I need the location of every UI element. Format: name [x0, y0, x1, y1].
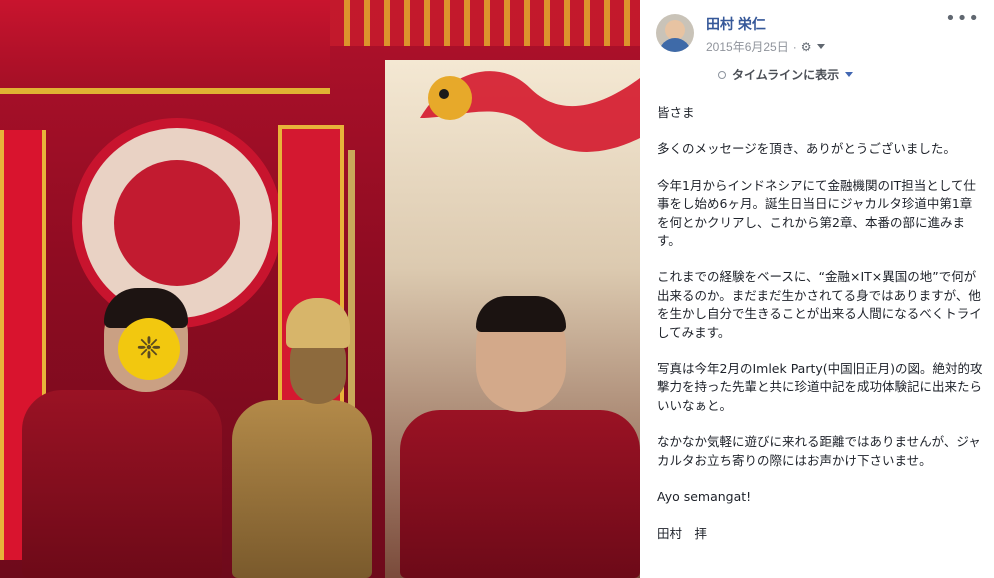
post-photo[interactable]: ❈: [0, 0, 640, 578]
photo-person-right: [400, 410, 640, 578]
post-meta: 2015年6月25日 · ⚙: [706, 38, 826, 55]
post-paragraph: 今年1月からインドネシアにて金融機関のIT担当として仕事をし始め6ヶ月。誕生日当…: [657, 177, 976, 249]
photo-banner: [0, 0, 330, 94]
post-paragraph: 皆さま: [657, 105, 695, 120]
chevron-down-icon: [845, 72, 854, 77]
post-paragraph: これまでの経験をベースに、“金融×IT×異国の地”で何が出来るのか。まだまだ生か…: [657, 269, 982, 340]
meta-separator: ·: [792, 39, 797, 54]
timeline-label: タイムラインに表示: [732, 68, 840, 82]
photo-person-middle: [232, 400, 372, 578]
photo-person-right-hair: [476, 296, 566, 332]
face-sticker-icon: ❈: [118, 318, 180, 380]
post-body: 皆さま 多くのメッセージを頂き、ありがとうございました。 今年1月からインドネシ…: [657, 104, 983, 561]
avatar[interactable]: [656, 14, 694, 52]
photo-dragon-decoration: [420, 71, 640, 152]
chevron-down-icon[interactable]: [817, 44, 826, 49]
timeline-visibility-button[interactable]: タイムラインに表示: [718, 66, 854, 83]
post-paragraph: なかなか気軽に遊びに来れる距離ではありませんが、ジャカルタお立ち寄りの際にはお声…: [657, 434, 981, 468]
sticker-glyph: ❈: [136, 331, 162, 366]
photo-fret-pattern: [330, 0, 640, 46]
post-paragraph: Ayo semangat!: [657, 489, 752, 505]
circle-icon: [718, 70, 726, 79]
gear-icon[interactable]: ⚙: [801, 40, 812, 54]
author-name-link[interactable]: 田村 栄仁: [706, 14, 766, 34]
photo-person-left: [22, 390, 222, 578]
post-date-link[interactable]: 2015年6月25日: [706, 38, 789, 55]
post-paragraph: 多くのメッセージを頂き、ありがとうございました。: [657, 141, 956, 157]
post-panel: 田村 栄仁 2015年6月25日 · ⚙ ••• タイムラインに表示 皆さま 多…: [640, 0, 994, 578]
photo-person-middle-helmet: [286, 298, 350, 348]
more-options-icon[interactable]: •••: [945, 10, 980, 28]
post-paragraph: 写真は今年2月のImlek Party(中国旧正月)の図。絶対的攻撃力を持った先…: [657, 361, 983, 413]
post-signature: 田村 拝: [657, 525, 708, 541]
